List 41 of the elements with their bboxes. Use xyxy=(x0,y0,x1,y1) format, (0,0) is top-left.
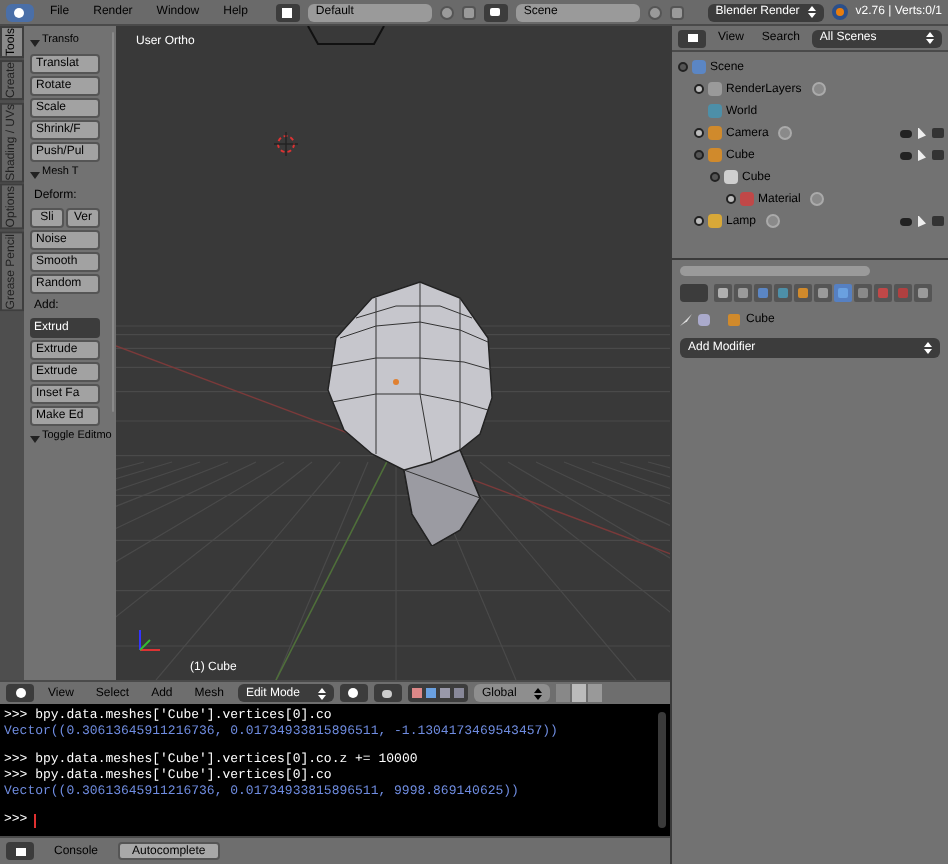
layers-tab[interactable] xyxy=(734,284,752,302)
manipulator-toolbar[interactable] xyxy=(407,684,468,702)
layer-buttons[interactable] xyxy=(555,684,602,702)
select-cursor-icon[interactable] xyxy=(918,215,926,227)
disclosure-triangle-icon[interactable] xyxy=(30,433,40,443)
axis-gizmo-icon xyxy=(134,628,162,656)
updown-caret-icon xyxy=(317,687,326,699)
constraints-tab[interactable] xyxy=(814,284,832,302)
scrollbar[interactable] xyxy=(658,712,666,828)
expand-icon[interactable] xyxy=(693,216,703,226)
layout-icon[interactable] xyxy=(275,3,300,21)
updown-caret-icon xyxy=(924,342,932,354)
editor-type-button[interactable] xyxy=(6,3,34,21)
editor-type-button[interactable] xyxy=(6,842,34,860)
collapse-icon[interactable] xyxy=(677,62,687,72)
camera-drawing xyxy=(306,26,386,46)
particles-tab[interactable] xyxy=(914,284,932,302)
editor-type-button[interactable] xyxy=(6,684,34,702)
scrollbar[interactable] xyxy=(111,32,114,412)
pivot-button[interactable] xyxy=(373,684,402,702)
blender-logo-icon xyxy=(831,4,848,20)
updown-caret-icon xyxy=(926,32,934,44)
expand-icon[interactable] xyxy=(725,194,735,204)
render-tab[interactable] xyxy=(714,284,732,302)
scene-tab[interactable] xyxy=(754,284,772,302)
collapse-icon[interactable] xyxy=(709,172,719,182)
expand-icon[interactable] xyxy=(693,84,703,94)
disclosure-triangle-icon[interactable] xyxy=(30,169,40,179)
disclosure-triangle-icon[interactable] xyxy=(30,37,40,47)
scrollbar[interactable] xyxy=(680,266,870,276)
object-tab[interactable] xyxy=(794,284,812,302)
text-cursor xyxy=(33,813,36,827)
3d-cursor-icon xyxy=(274,132,298,156)
world-tab[interactable] xyxy=(774,284,792,302)
expand-icon[interactable] xyxy=(693,128,703,138)
editor-type-button[interactable] xyxy=(678,29,706,47)
collapse-icon[interactable] xyxy=(693,150,703,160)
data-tab[interactable] xyxy=(854,284,872,302)
updown-caret-icon xyxy=(533,687,542,699)
updown-caret-icon xyxy=(807,6,816,18)
shading-button[interactable] xyxy=(339,684,368,702)
